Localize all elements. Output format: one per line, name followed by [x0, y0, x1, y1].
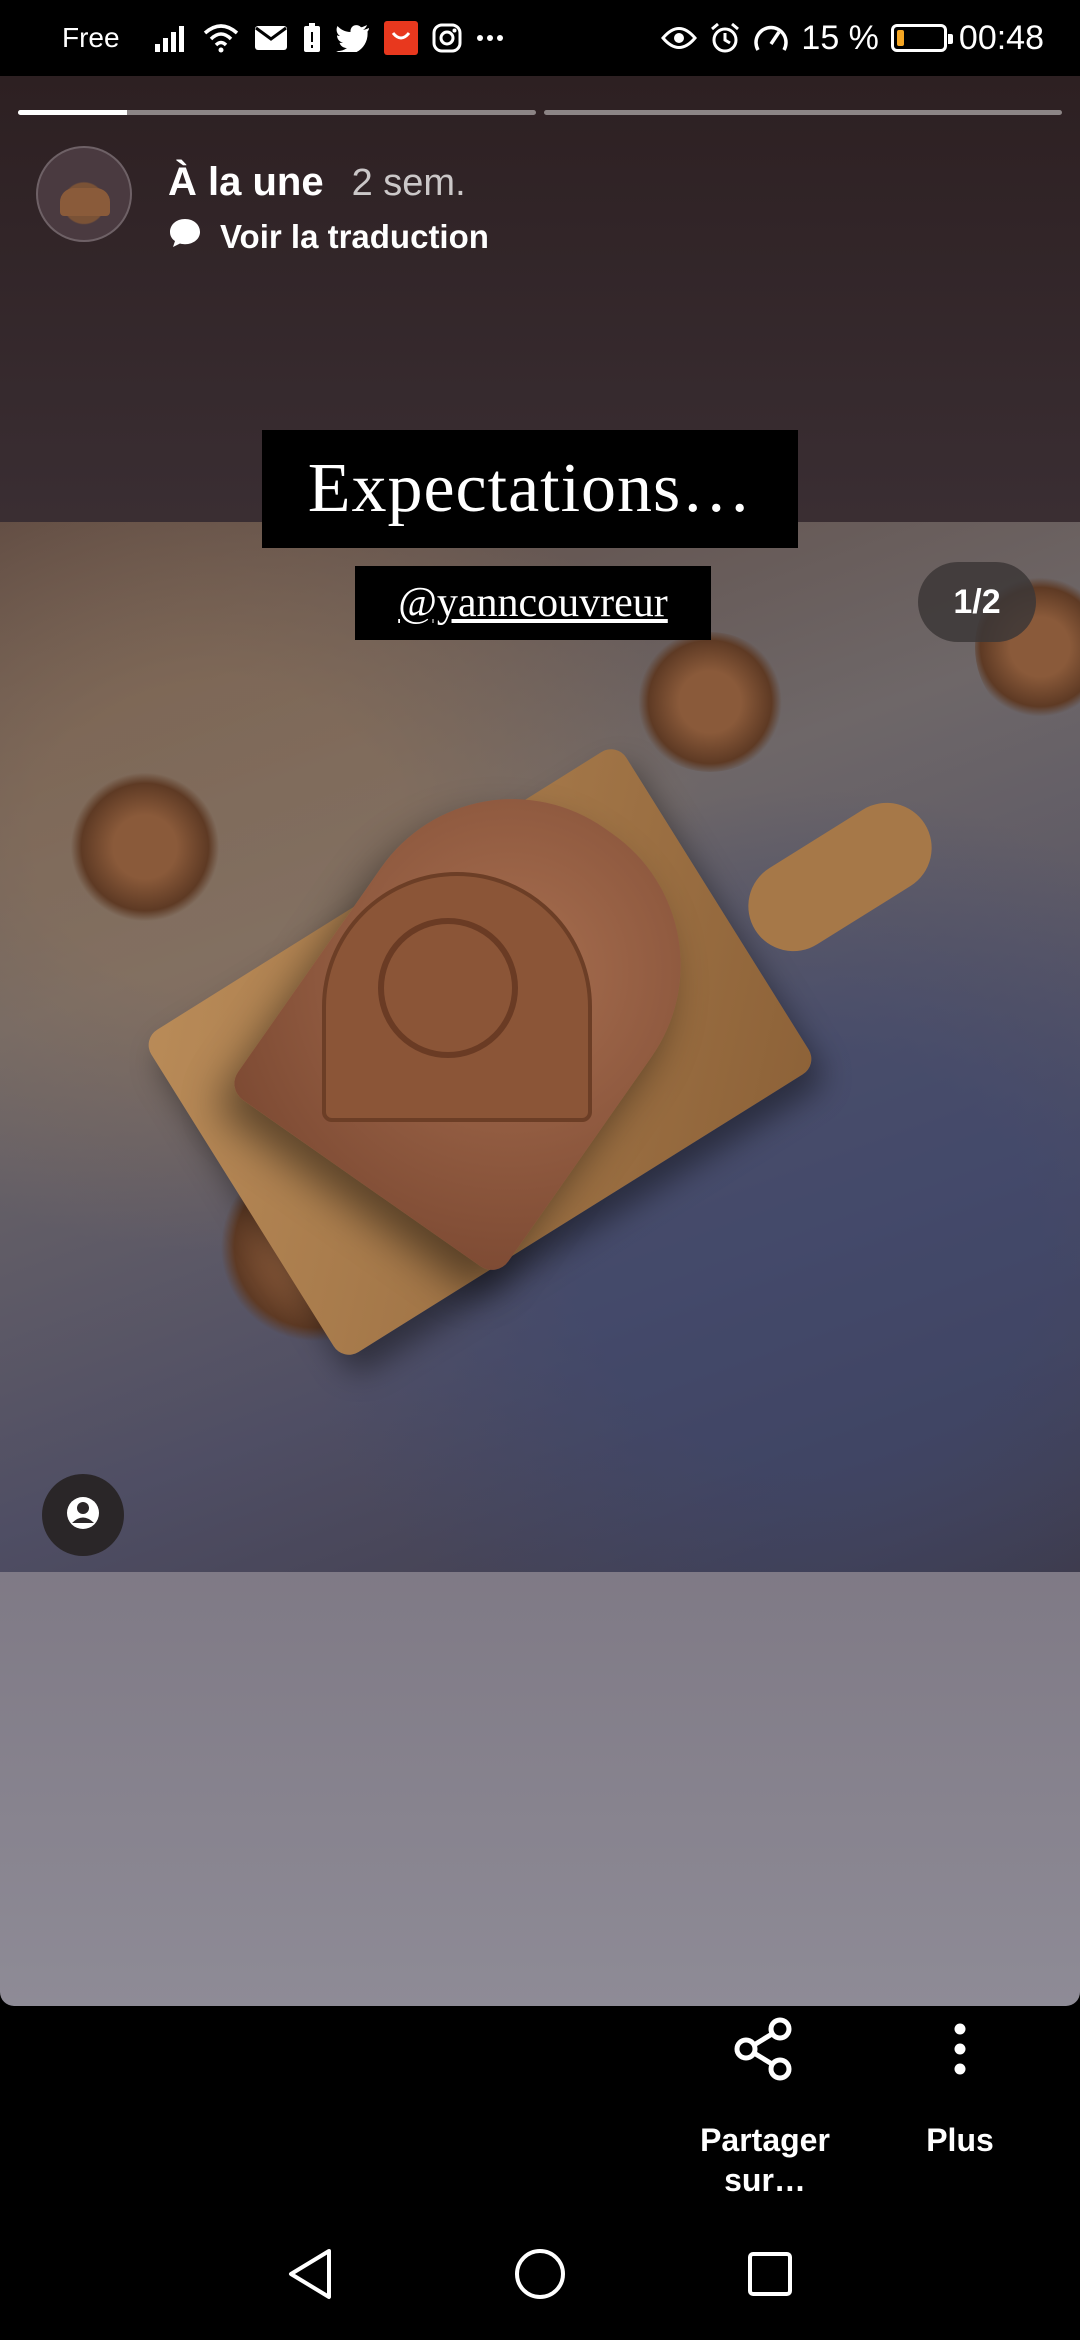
more-icon — [476, 34, 504, 42]
battery-icon — [890, 24, 953, 52]
back-button[interactable] — [280, 2246, 340, 2306]
story-actions: Partager sur… Plus — [0, 2006, 1080, 2216]
caption-label: Expectations… — [262, 430, 798, 548]
battery-alert-icon — [302, 23, 322, 53]
battery-percent: 15 % — [801, 18, 879, 57]
home-icon — [513, 2247, 567, 2306]
avatar[interactable] — [36, 146, 132, 242]
more-label: Plus — [926, 2122, 994, 2158]
story-card[interactable]: À la une 2 sem. Voir la traduction Expec… — [0, 76, 1080, 2006]
translate-label: Voir la traduction — [220, 218, 489, 255]
carrier-label: Free — [62, 22, 120, 53]
status-bar: Free 15 % 00:48 — [0, 0, 1080, 76]
tagged-user-button[interactable] — [42, 1474, 124, 1556]
home-button[interactable] — [510, 2246, 570, 2306]
translate-link[interactable]: Voir la traduction — [168, 217, 489, 257]
user-icon — [63, 1493, 103, 1538]
story-title[interactable]: À la une — [168, 160, 324, 205]
share-label: Partager sur… — [700, 2122, 830, 2198]
story-progress — [18, 110, 1062, 115]
story-header: À la une 2 sem. Voir la traduction — [36, 146, 489, 257]
mention-link[interactable]: @yanncouvreur — [355, 566, 711, 640]
eye-icon — [661, 25, 698, 51]
instagram-icon — [432, 23, 462, 53]
speedometer-icon — [753, 22, 789, 54]
share-button[interactable]: Partager sur… — [690, 2006, 840, 2200]
aliexpress-icon — [383, 21, 418, 55]
progress-segment — [544, 110, 1062, 115]
back-icon — [285, 2247, 335, 2306]
share-icon — [732, 2006, 798, 2092]
story-photo — [0, 522, 1080, 1572]
alarm-icon — [709, 22, 741, 54]
more-vertical-icon — [952, 2006, 968, 2092]
wifi-icon — [202, 23, 240, 53]
navigation-bar — [0, 2216, 1080, 2340]
recents-icon — [746, 2250, 794, 2303]
twitter-icon — [335, 24, 370, 52]
story-time: 2 sem. — [351, 162, 466, 204]
carousel-counter: 1/2 — [918, 562, 1036, 642]
progress-segment — [18, 110, 536, 115]
mail-icon — [254, 25, 288, 51]
chat-bubble-icon — [168, 217, 202, 257]
clock: 00:48 — [958, 18, 1044, 57]
recents-button[interactable] — [740, 2246, 800, 2306]
signal-icon — [154, 24, 188, 52]
more-button[interactable]: Plus — [900, 2006, 1020, 2160]
